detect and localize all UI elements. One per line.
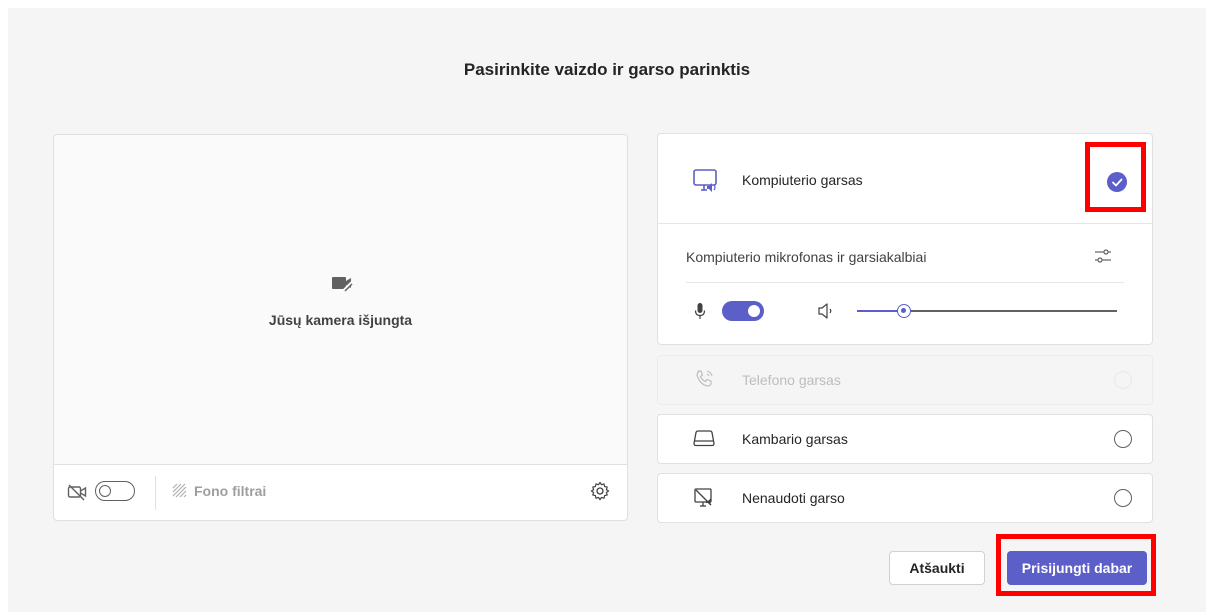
toolbar-divider xyxy=(155,476,156,510)
no-audio-icon xyxy=(694,488,712,507)
background-filters-button[interactable]: Fono filtrai xyxy=(194,483,266,499)
phone-audio-option: Telefono garsas xyxy=(657,355,1153,405)
camera-off-icon xyxy=(67,484,87,501)
dialog-title: Pasirinkite vaizdo ir garso parinktis xyxy=(463,60,751,79)
speaker-icon xyxy=(818,303,832,319)
camera-toggle[interactable] xyxy=(95,481,135,501)
microphone-icon xyxy=(694,303,706,319)
phone-icon xyxy=(696,370,713,387)
cancel-button[interactable]: Atšaukti xyxy=(889,551,985,585)
room-audio-label: Kambario garsas xyxy=(742,431,848,447)
camera-off-text: Jūsų kamera išjungta xyxy=(268,312,413,328)
no-audio-option[interactable]: Nenaudoti garso xyxy=(657,473,1153,523)
volume-slider[interactable] xyxy=(857,304,1117,318)
inner-divider xyxy=(686,282,1124,283)
device-settings-icon[interactable] xyxy=(1093,247,1113,265)
computer-audio-label: Kompiuterio garsas xyxy=(742,172,863,188)
room-audio-icon xyxy=(693,430,715,447)
no-audio-label: Nenaudoti garso xyxy=(742,490,845,506)
phone-audio-label: Telefono garsas xyxy=(742,372,841,388)
highlight-box-join xyxy=(996,534,1156,596)
microphone-toggle[interactable] xyxy=(722,301,764,321)
room-audio-option[interactable]: Kambario garsas xyxy=(657,414,1153,464)
camera-preview: Jūsų kamera išjungta Fono filtrai xyxy=(53,134,628,521)
camera-toolbar: Fono filtrai xyxy=(54,464,627,520)
room-audio-radio[interactable] xyxy=(1114,430,1132,448)
settings-icon[interactable] xyxy=(590,481,610,501)
phone-audio-radio xyxy=(1114,371,1132,389)
highlight-box-check xyxy=(1085,142,1146,212)
option-divider xyxy=(658,223,1152,224)
no-audio-radio[interactable] xyxy=(1114,489,1132,507)
volume-slider-thumb[interactable] xyxy=(896,304,911,318)
audio-video-dialog: Pasirinkite vaizdo ir garso parinktis Jū… xyxy=(8,8,1206,612)
mic-speaker-label: Kompiuterio mikrofonas ir garsiakalbiai xyxy=(686,249,927,265)
computer-audio-option[interactable]: Kompiuterio garsas Kompiuterio mikrofona… xyxy=(657,133,1153,345)
background-filter-icon xyxy=(172,483,187,498)
camera-off-icon xyxy=(332,277,353,292)
computer-audio-icon xyxy=(693,169,717,192)
